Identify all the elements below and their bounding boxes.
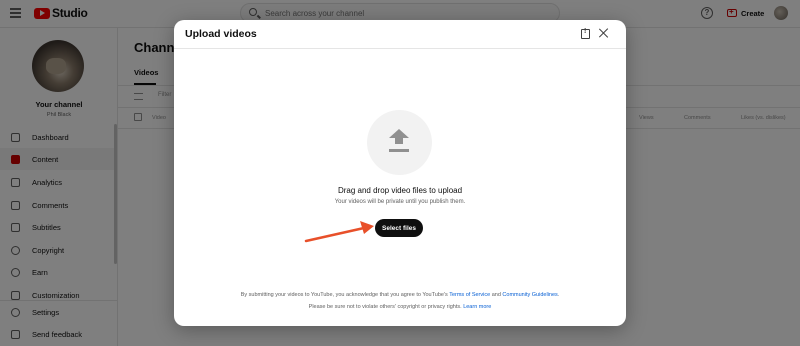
private-notice: Your videos will be private until you pu… xyxy=(334,199,466,205)
drag-drop-text: Drag and drop video files to upload xyxy=(337,186,463,195)
terms-text: By submitting your videos to YouTube, yo… xyxy=(174,292,626,298)
dialog-header: Upload videos xyxy=(174,20,626,49)
select-files-button[interactable]: Select files xyxy=(375,219,423,237)
learn-more-link[interactable]: Learn more xyxy=(463,304,491,310)
upload-icon xyxy=(389,129,409,155)
close-icon[interactable] xyxy=(599,28,609,38)
dialog-title: Upload videos xyxy=(185,28,257,40)
send-feedback-icon[interactable] xyxy=(581,28,590,39)
terms-and: and xyxy=(491,292,501,298)
terms-end: . xyxy=(557,292,560,298)
upload-dialog: Upload videos Drag and drop video files … xyxy=(174,20,626,326)
community-guidelines-link[interactable]: Community Guidelines xyxy=(502,292,557,298)
terms-prefix: By submitting your videos to YouTube, yo… xyxy=(240,292,448,298)
copyright-text: Please be sure not to violate others' co… xyxy=(308,304,462,310)
terms-of-service-link[interactable]: Terms of Service xyxy=(449,292,490,298)
copyright-notice: Please be sure not to violate others' co… xyxy=(174,304,626,310)
upload-drop-target[interactable] xyxy=(367,110,432,175)
annotation-arrow-icon xyxy=(304,221,374,243)
